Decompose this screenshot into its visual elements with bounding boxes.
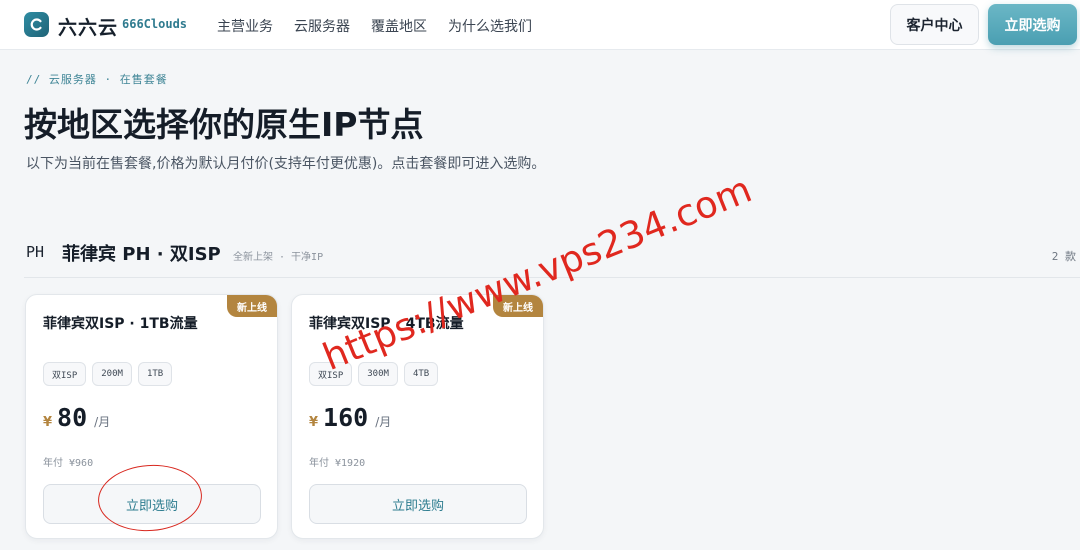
- annual-price: 年付 ¥1920: [309, 458, 366, 469]
- spec-chip-isp: 双ISP: [43, 362, 87, 386]
- price-unit: /月: [375, 415, 392, 429]
- currency-symbol: ¥: [309, 415, 319, 430]
- page-title: 按地区选择你的原生IP节点: [24, 105, 424, 144]
- plan-buy-button[interactable]: 立即选购: [43, 484, 261, 524]
- currency-symbol: ¥: [43, 415, 53, 430]
- new-badge: 新上线: [227, 295, 277, 317]
- main-nav: 主营业务 云服务器 覆盖地区 为什么选我们: [217, 16, 532, 36]
- buy-now-button[interactable]: 立即选购: [988, 4, 1077, 45]
- plan-title: 菲律宾双ISP · 4TB流量: [309, 316, 464, 332]
- plan-price: ¥ 80 /月: [43, 403, 110, 432]
- plan-buy-button[interactable]: 立即选购: [309, 484, 527, 524]
- section-count: 2 款: [1051, 250, 1076, 263]
- brand-subtitle: 666Clouds: [122, 17, 188, 31]
- top-header: 六六云 666Clouds 主营业务 云服务器 覆盖地区 为什么选我们 客户中心…: [0, 0, 1080, 50]
- price-unit: /月: [94, 415, 111, 429]
- nav-item-business[interactable]: 主营业务: [217, 16, 273, 36]
- brand-name[interactable]: 六六云: [58, 13, 118, 40]
- breadcrumb: // 云服务器 · 在售套餐: [26, 73, 168, 86]
- logo-icon[interactable]: [24, 12, 49, 37]
- new-badge: 新上线: [493, 295, 543, 317]
- spec-chip-isp: 双ISP: [309, 362, 353, 386]
- spec-chip-bandwidth: 200M: [92, 362, 132, 386]
- section-title: 菲律宾 PH · 双ISP: [62, 244, 221, 265]
- spec-chip-bandwidth: 300M: [358, 362, 398, 386]
- plan-card[interactable]: 新上线 菲律宾双ISP · 1TB流量 双ISP 200M 1TB ¥ 80 /…: [25, 294, 278, 539]
- nav-item-cloud-servers[interactable]: 云服务器: [294, 16, 350, 36]
- price-amount: 80: [57, 403, 88, 432]
- page-description: 以下为当前在售套餐,价格为默认月付价(支持年付更优惠)。点击套餐即可进入选购。: [26, 156, 546, 172]
- plan-price: ¥ 160 /月: [309, 403, 391, 432]
- spec-chip-traffic: 4TB: [403, 362, 439, 386]
- section-tags: 全新上架 · 干净IP: [233, 252, 324, 263]
- section-code: PH: [26, 243, 45, 261]
- price-amount: 160: [323, 403, 369, 432]
- section-divider: [24, 277, 1080, 278]
- annual-price: 年付 ¥960: [43, 458, 94, 469]
- plan-spec-chips: 双ISP 200M 1TB: [43, 362, 173, 386]
- plan-card[interactable]: 新上线 菲律宾双ISP · 4TB流量 双ISP 300M 4TB ¥ 160 …: [291, 294, 544, 539]
- plan-spec-chips: 双ISP 300M 4TB: [309, 362, 439, 386]
- spec-chip-traffic: 1TB: [137, 362, 173, 386]
- nav-item-why-us[interactable]: 为什么选我们: [448, 16, 532, 36]
- nav-item-regions[interactable]: 覆盖地区: [371, 16, 427, 36]
- plan-title: 菲律宾双ISP · 1TB流量: [43, 316, 198, 332]
- client-center-button[interactable]: 客户中心: [890, 4, 979, 45]
